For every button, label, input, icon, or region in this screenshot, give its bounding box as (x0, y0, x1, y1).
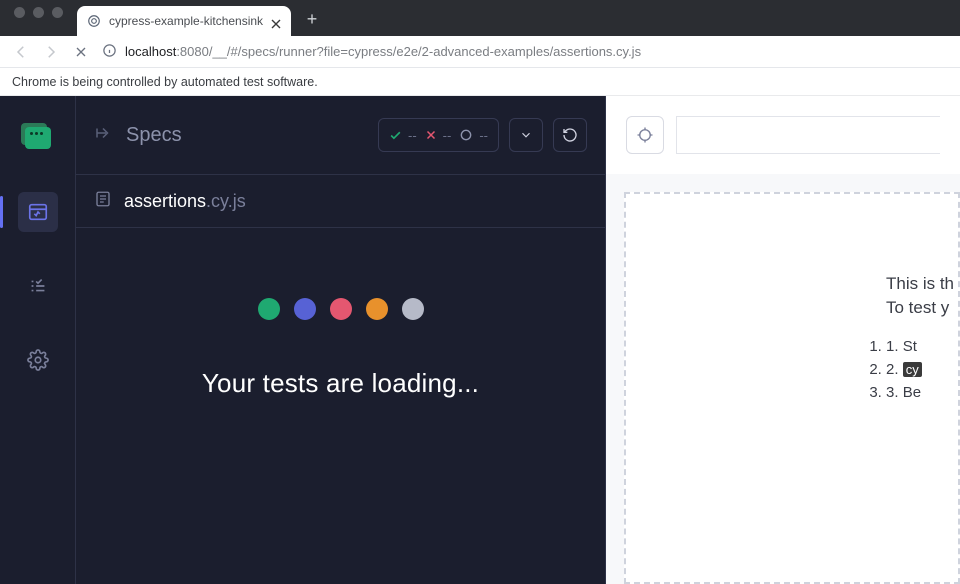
stat-passed: -- (389, 128, 417, 143)
aut-stage: This is th To test y 1. St 2. cy 3. Be (606, 174, 960, 584)
loading-dot (402, 298, 424, 320)
sidebar-item-specs[interactable] (18, 192, 58, 232)
address-bar[interactable]: localhost:8080/__/#/specs/runner?file=cy… (102, 43, 948, 61)
aut-step: 1. St (886, 338, 958, 355)
new-tab-button[interactable]: + (299, 6, 325, 32)
specs-label-text: Specs (126, 124, 182, 147)
chevron-down-icon (519, 128, 533, 142)
refresh-icon (562, 127, 578, 143)
loading-dot (366, 298, 388, 320)
loading-dot (294, 298, 316, 320)
specs-breadcrumb[interactable]: Specs (94, 124, 182, 147)
tab-title: cypress-example-kitchensink (109, 14, 263, 28)
runs-icon (27, 275, 49, 297)
sidebar-logo[interactable] (18, 118, 58, 158)
nav-reload-button[interactable] (72, 43, 90, 61)
traffic-light-minimize[interactable] (33, 7, 44, 18)
collapse-arrow-icon (94, 124, 112, 147)
aut-url-input[interactable] (676, 116, 940, 154)
tab-close-icon[interactable] (271, 16, 281, 26)
site-info-icon[interactable] (102, 43, 117, 61)
cypress-logo-icon (25, 127, 51, 149)
browser-toolbar: localhost:8080/__/#/specs/runner?file=cy… (0, 36, 960, 68)
stat-failed: -- (425, 128, 452, 143)
automation-banner: Chrome is being controlled by automated … (0, 68, 960, 96)
spec-file-name: assertions.cy.js (124, 191, 246, 212)
gear-icon (27, 349, 49, 371)
left-nav-sidebar (0, 96, 76, 584)
specs-icon (27, 201, 49, 223)
loading-dot (330, 298, 352, 320)
stats-controls: -- -- -- (378, 118, 587, 152)
reporter-panel: Specs -- -- -- (76, 96, 605, 584)
traffic-light-close[interactable] (14, 7, 25, 18)
automation-banner-text: Chrome is being controlled by automated … (12, 75, 318, 89)
aut-intro-line: To test y (886, 298, 958, 318)
viewport-menu-button[interactable] (509, 118, 543, 152)
stat-pending: -- (459, 128, 488, 143)
rerun-tests-button[interactable] (553, 118, 587, 152)
test-stats-pill: -- -- -- (378, 118, 499, 152)
loading-dots (258, 298, 424, 320)
sidebar-item-settings[interactable] (18, 340, 58, 380)
aut-steps-list: 1. St 2. cy 3. Be (886, 338, 958, 401)
traffic-light-zoom[interactable] (52, 7, 63, 18)
nav-back-button[interactable] (12, 43, 30, 61)
browser-tab[interactable]: cypress-example-kitchensink (77, 6, 291, 36)
loading-dot (258, 298, 280, 320)
aut-step: 3. Be (886, 384, 958, 401)
crosshair-icon (636, 126, 654, 144)
cypress-app: Specs -- -- -- (0, 96, 960, 584)
x-icon (425, 129, 437, 141)
aut-intro-line: This is th (886, 274, 958, 294)
loading-area: Your tests are loading... (76, 228, 605, 584)
aut-iframe-placeholder: This is th To test y 1. St 2. cy 3. Be (624, 192, 960, 584)
check-icon (389, 129, 402, 142)
tab-favicon (87, 14, 101, 28)
nav-forward-button[interactable] (42, 43, 60, 61)
selector-playground-button[interactable] (626, 116, 664, 154)
aut-panel: This is th To test y 1. St 2. cy 3. Be (605, 96, 960, 584)
reporter-header: Specs -- -- -- (76, 96, 605, 174)
sidebar-item-runs[interactable] (18, 266, 58, 306)
browser-tab-strip: cypress-example-kitchensink + (0, 0, 960, 36)
window-traffic-lights (0, 7, 77, 30)
aut-toolbar (606, 96, 960, 174)
aut-step: 2. cy (886, 361, 958, 378)
url-text: localhost:8080/__/#/specs/runner?file=cy… (125, 44, 641, 59)
pending-icon (459, 128, 473, 142)
loading-message: Your tests are loading... (202, 368, 479, 399)
spec-file-row[interactable]: assertions.cy.js (76, 174, 605, 228)
file-icon (94, 190, 112, 213)
